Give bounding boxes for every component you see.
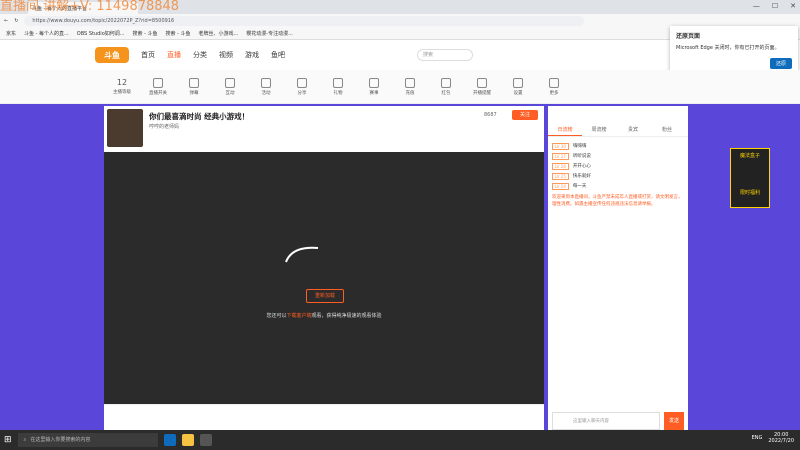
tab-daily[interactable]: 日流榜 bbox=[548, 124, 582, 136]
nav-live[interactable]: 直播 bbox=[167, 50, 181, 60]
level-badge: 12 主播等级 bbox=[113, 78, 131, 95]
video-player[interactable]: 重新加载 您还可以下载客户端观看，获得纯净极速的观看体验 bbox=[104, 152, 544, 404]
room-info: 你们最喜滴时尚 经典小游戏！ 哼哼的老师妈 8687 关注 bbox=[104, 106, 544, 152]
follower-count: 8687 bbox=[484, 112, 497, 118]
toolbar-item[interactable]: 礼物 bbox=[326, 77, 350, 96]
bookmark-item[interactable]: OBS Studio如何调... bbox=[77, 30, 125, 37]
toolbar-item[interactable]: 红包 bbox=[434, 77, 458, 96]
windows-taskbar: ⊞ ⌕ 在这里输入你要搜索的内容 ENG 20:00 2022/7/20 bbox=[0, 430, 800, 450]
room-title: 你们最喜滴时尚 经典小游戏！ bbox=[149, 112, 250, 121]
bookmark-item[interactable]: 斗鱼 - 每个人的直... bbox=[24, 30, 69, 37]
rank-list: LV 30 嗨嗨嗨 LV 27 听听说说 LV 26 开开心心 LV 25 快乐就好 L… bbox=[548, 141, 688, 191]
url-field[interactable]: https://www.douyu.com/topic/2022072P_Z?r… bbox=[24, 16, 585, 26]
nav-video[interactable]: 视频 bbox=[219, 50, 233, 60]
lang-indicator[interactable]: ENG bbox=[752, 435, 763, 441]
popup-body: Microsoft Edge 关闭时，你有已打开的页面。 bbox=[676, 45, 780, 51]
list-item[interactable]: LV 30 嗨嗨嗨 bbox=[548, 141, 688, 151]
toolbar-item[interactable]: 弹幕 bbox=[182, 77, 206, 96]
send-button[interactable]: 发送 bbox=[664, 412, 684, 430]
nav-yuba[interactable]: 鱼吧 bbox=[271, 50, 285, 60]
explorer-icon[interactable] bbox=[181, 434, 194, 446]
player-area: 你们最喜滴时尚 经典小游戏！ 哼哼的老师妈 8687 关注 重新加载 您还可以下… bbox=[104, 106, 544, 436]
nav-home[interactable]: 首页 bbox=[141, 50, 155, 60]
nav-game[interactable]: 游戏 bbox=[245, 50, 259, 60]
windows-start-icon[interactable]: ⊞ bbox=[4, 435, 12, 445]
tab-vip[interactable]: 贵宾 bbox=[616, 124, 650, 136]
tab-fans[interactable]: 粉丝 bbox=[650, 124, 684, 136]
download-hint: 您还可以下载客户端观看，获得纯净极速的观看体验 bbox=[266, 313, 382, 319]
watermark-text: 直播间 讲解+V: 1149878848 bbox=[0, 0, 180, 14]
rank-chat-panel: 日流榜 周流榜 贵宾 粉丝 LV 30 嗨嗨嗨 LV 27 听听说说 LV 26 开开… bbox=[548, 106, 688, 436]
douyu-logo[interactable]: 斗鱼 bbox=[95, 47, 129, 63]
room-toolbar: 12 主播等级 直播开关 弹幕 互动 活动 分享 礼物 赛事 充值 红包 开播提醒… bbox=[0, 70, 800, 104]
download-client-link[interactable]: 下载客户端 bbox=[286, 313, 311, 319]
back-icon[interactable]: ← bbox=[4, 18, 8, 24]
list-item[interactable]: LV 26 开开心心 bbox=[548, 161, 688, 171]
restore-pages-popup: 还原页面 Microsoft Edge 关闭时，你有已打开的页面。 还原 bbox=[670, 26, 798, 74]
restore-button[interactable]: 还原 bbox=[769, 58, 792, 69]
refresh-icon[interactable]: ↻ bbox=[14, 18, 18, 24]
loading-icon bbox=[285, 246, 319, 263]
streamer-name[interactable]: 哼哼的老师妈 bbox=[149, 123, 179, 130]
list-item[interactable]: LV 27 听听说说 bbox=[548, 151, 688, 161]
minimize-icon[interactable]: — bbox=[753, 2, 760, 10]
popup-title: 还原页面 bbox=[676, 33, 701, 40]
toolbar-item[interactable]: 充值 bbox=[398, 77, 422, 96]
maximize-icon[interactable]: ☐ bbox=[772, 2, 778, 10]
clock[interactable]: 20:00 2022/7/20 bbox=[768, 432, 794, 444]
search-icon: ⌕ bbox=[23, 437, 27, 443]
bookmark-item[interactable]: 京东 bbox=[6, 30, 16, 37]
site-search-input[interactable]: 搜索 bbox=[417, 49, 473, 61]
streamer-avatar[interactable] bbox=[107, 109, 143, 147]
window-controls: — ☐ ✕ bbox=[753, 2, 796, 10]
system-notice: 欢迎来到本直播间，斗鱼严禁未成年人直播或打赏，请文明发言，理性消费。如遇主播宣传… bbox=[552, 195, 683, 207]
bookmark-item[interactable]: 搜索 - 斗鱼 bbox=[133, 30, 158, 37]
taskbar-search-input[interactable]: ⌕ 在这里输入你要搜索的内容 bbox=[17, 433, 158, 447]
bookmark-item[interactable]: 老牌丝、小游戏... bbox=[199, 30, 239, 37]
toolbar-item[interactable]: 开播提醒 bbox=[470, 77, 494, 96]
toolbar-item[interactable]: 互动 bbox=[218, 77, 242, 96]
toolbar-item[interactable]: 直播开关 bbox=[146, 77, 170, 96]
follow-button[interactable]: 关注 bbox=[512, 110, 538, 120]
side-promo[interactable]: 魔法盒子 限时福利 bbox=[730, 148, 770, 208]
toolbar-item[interactable]: 更多 bbox=[542, 77, 566, 96]
rank-tabs: 日流榜 周流榜 贵宾 粉丝 bbox=[548, 124, 688, 137]
toolbar-item[interactable]: 活动 bbox=[254, 77, 278, 96]
edge-icon[interactable] bbox=[163, 434, 176, 446]
bookmark-item[interactable]: 搜索 - 斗鱼 bbox=[166, 30, 191, 37]
nav-category[interactable]: 分类 bbox=[193, 50, 207, 60]
system-tray: ENG 20:00 2022/7/20 bbox=[752, 432, 794, 444]
reload-button[interactable]: 重新加载 bbox=[306, 289, 344, 303]
list-item[interactable]: LV 25 快乐就好 bbox=[548, 171, 688, 181]
chat-input[interactable]: 这里输入聊天内容 bbox=[552, 412, 660, 430]
toolbar-item[interactable]: 设置 bbox=[506, 77, 530, 96]
obs-icon[interactable] bbox=[199, 434, 212, 446]
close-icon[interactable]: ✕ bbox=[790, 2, 796, 10]
list-item[interactable]: LV 24 每一天 bbox=[548, 181, 688, 191]
toolbar-item[interactable]: 分享 bbox=[290, 77, 314, 96]
tab-weekly[interactable]: 周流榜 bbox=[582, 124, 616, 136]
toolbar-item[interactable]: 赛事 bbox=[362, 77, 386, 96]
bookmark-item[interactable]: 樱花动漫-专注动漫... bbox=[246, 30, 293, 37]
